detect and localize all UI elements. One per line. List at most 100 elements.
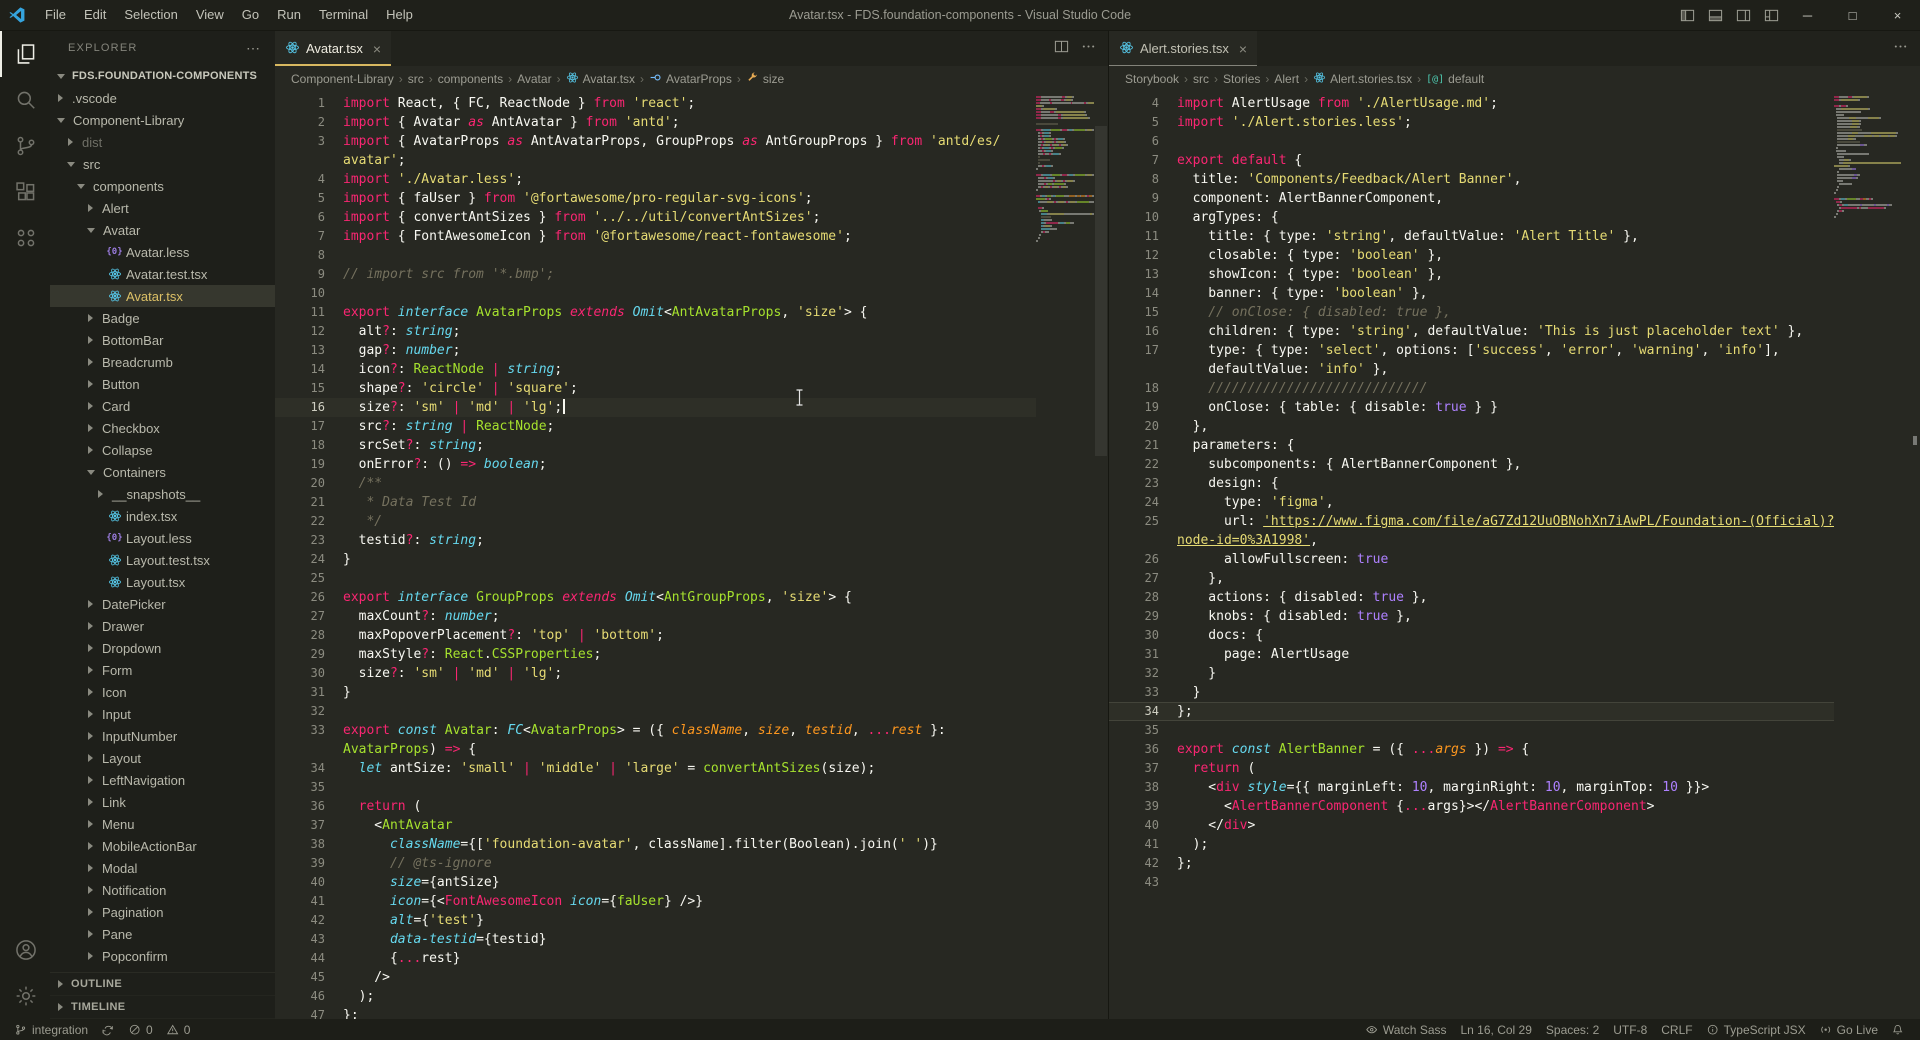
code-line[interactable]: 5import { faUser } from '@fortawesome/pr… — [275, 189, 1036, 208]
code-line[interactable]: 9 component: AlertBannerComponent, — [1109, 189, 1834, 208]
code-line[interactable]: 34 let antSize: 'small' | 'middle' | 'la… — [275, 759, 1036, 778]
maximize-icon[interactable]: □ — [1830, 0, 1875, 30]
breadcrumb-default[interactable]: [@]default — [1426, 72, 1484, 86]
tree-item-layout.test.tsx[interactable]: Layout.test.tsx — [50, 549, 275, 571]
code-line[interactable]: 19 onError?: () => boolean; — [275, 455, 1036, 474]
code-line[interactable]: 30 docs: { — [1109, 626, 1834, 645]
breadcrumb-stories[interactable]: Stories — [1223, 72, 1260, 86]
account-icon[interactable] — [0, 927, 50, 973]
code-line[interactable]: 41 ); — [1109, 835, 1834, 854]
close-icon[interactable]: × — [1239, 41, 1247, 57]
tree-item-alert[interactable]: Alert — [50, 197, 275, 219]
breadcrumb-avatar[interactable]: Avatar — [517, 72, 551, 86]
menu-view[interactable]: View — [187, 7, 233, 22]
code-line[interactable]: 18 srcSet?: string; — [275, 436, 1036, 455]
code-line[interactable]: defaultValue: 'info' }, — [1109, 360, 1834, 379]
breadcrumb-component-library[interactable]: Component-Library — [291, 72, 394, 86]
code-line[interactable]: 14 banner: { type: 'boolean' }, — [1109, 284, 1834, 303]
layout-sidebar-right-icon[interactable] — [1729, 0, 1757, 30]
tree-item-avatar[interactable]: Avatar — [50, 219, 275, 241]
code-line[interactable]: 11export interface AvatarProps extends O… — [275, 303, 1036, 322]
code-line[interactable]: 12 closable: { type: 'boolean' }, — [1109, 246, 1834, 265]
code-line[interactable]: 25 url: 'https://www.figma.com/file/aG7Z… — [1109, 512, 1834, 531]
tree-item-layout[interactable]: Layout — [50, 747, 275, 769]
code-line[interactable]: 36export const AlertBanner = ({ ...args … — [1109, 740, 1834, 759]
code-line[interactable]: 1import React, { FC, ReactNode } from 'r… — [275, 94, 1036, 113]
code-line[interactable]: 8 — [275, 246, 1036, 265]
split-editor-icon[interactable] — [1054, 39, 1069, 58]
breadcrumb-alert.stories.tsx[interactable]: Alert.stories.tsx — [1313, 71, 1412, 87]
code-line[interactable]: 14 icon?: ReactNode | string; — [275, 360, 1036, 379]
menu-go[interactable]: Go — [233, 7, 268, 22]
tree-item-dist[interactable]: dist — [50, 131, 275, 153]
code-line[interactable]: 26export interface GroupProps extends Om… — [275, 588, 1036, 607]
tree-item-notification[interactable]: Notification — [50, 879, 275, 901]
code-line[interactable]: 26 allowFullscreen: true — [1109, 550, 1834, 569]
tree-item-avatar.test.tsx[interactable]: Avatar.test.tsx — [50, 263, 275, 285]
code-line[interactable]: 44 {...rest} — [275, 949, 1036, 968]
tree-item-src[interactable]: src — [50, 153, 275, 175]
close-icon[interactable]: × — [373, 41, 381, 57]
status-sync-icon[interactable] — [95, 1019, 122, 1040]
tree-item-__snapshots__[interactable]: __snapshots__ — [50, 483, 275, 505]
tab-avatar-tsx[interactable]: Avatar.tsx × — [275, 31, 391, 66]
code-line[interactable]: 45 /> — [275, 968, 1036, 987]
code-line[interactable]: 12 alt?: string; — [275, 322, 1036, 341]
code-line[interactable]: 16 children: { type: 'string', defaultVa… — [1109, 322, 1834, 341]
status-typescript-jsx[interactable]: TypeScript JSX — [1700, 1019, 1813, 1040]
panel-timeline[interactable]: TIMELINE — [50, 996, 275, 1019]
code-line[interactable]: 36 return ( — [275, 797, 1036, 816]
code-line[interactable]: 18 //////////////////////////// — [1109, 379, 1834, 398]
tree-item-button[interactable]: Button — [50, 373, 275, 395]
menu-edit[interactable]: Edit — [75, 7, 115, 22]
code-line[interactable]: 38 className={['foundation-avatar', clas… — [275, 835, 1036, 854]
code-line[interactable]: 21 parameters: { — [1109, 436, 1834, 455]
code-line[interactable]: 35 — [1109, 721, 1834, 740]
code-line[interactable]: 15 // onClose: { disabled: true }, — [1109, 303, 1834, 322]
tree-item-layout.tsx[interactable]: Layout.tsx — [50, 571, 275, 593]
code-line[interactable]: 41 icon={<FontAwesomeIcon icon={faUser} … — [275, 892, 1036, 911]
code-line[interactable]: 29 maxStyle?: React.CSSProperties; — [275, 645, 1036, 664]
code-line[interactable]: 42 alt={'test'} — [275, 911, 1036, 930]
code-line[interactable]: 7import { FontAwesomeIcon } from '@forta… — [275, 227, 1036, 246]
workspace-root-folder[interactable]: FDS.FOUNDATION-COMPONENTS — [50, 65, 275, 87]
code-line[interactable]: node-id=0%3A1998', — [1109, 531, 1834, 550]
minimap[interactable] — [1834, 92, 1906, 1019]
status-spaces-2[interactable]: Spaces: 2 — [1539, 1019, 1606, 1040]
tree-item-datepicker[interactable]: DatePicker — [50, 593, 275, 615]
code-line[interactable]: 8 title: 'Components/Feedback/Alert Bann… — [1109, 170, 1834, 189]
code-line[interactable]: avatar'; — [275, 151, 1036, 170]
tree-item-dropdown[interactable]: Dropdown — [50, 637, 275, 659]
code-line[interactable]: 28 maxPopoverPlacement?: 'top' | 'bottom… — [275, 626, 1036, 645]
breadcrumb-avatarprops[interactable]: AvatarProps — [649, 71, 732, 87]
code-line[interactable]: 21 * Data Test Id — [275, 493, 1036, 512]
explorer-more-actions-icon[interactable]: ⋯ — [246, 40, 261, 57]
code-line[interactable]: 17 type: { type: 'select', options: ['su… — [1109, 341, 1834, 360]
scrollbar[interactable] — [1906, 92, 1920, 1019]
tree-item-layout.less[interactable]: {0}Layout.less — [50, 527, 275, 549]
code-line[interactable]: 39 <AlertBannerComponent {...args}></Ale… — [1109, 797, 1834, 816]
code-line[interactable]: 43 data-testid={testid} — [275, 930, 1036, 949]
code-line[interactable]: 13 gap?: number; — [275, 341, 1036, 360]
code-line[interactable]: 39 // @ts-ignore — [275, 854, 1036, 873]
tree-item-popconfirm[interactable]: Popconfirm — [50, 945, 275, 967]
tab-alert-stories-tsx[interactable]: Alert.stories.tsx × — [1109, 31, 1257, 66]
more-actions-icon[interactable] — [1893, 39, 1908, 58]
menu-file[interactable]: File — [36, 7, 75, 22]
source-control-icon[interactable] — [0, 123, 50, 169]
breadcrumb-alert[interactable]: Alert — [1274, 72, 1299, 86]
code-line[interactable]: 34}; — [1109, 702, 1834, 721]
code-line[interactable]: 13 showIcon: { type: 'boolean' }, — [1109, 265, 1834, 284]
status-0[interactable]: 0 — [160, 1019, 198, 1040]
code-editor[interactable]: 4import AlertUsage from './AlertUsage.md… — [1109, 92, 1834, 1019]
code-editor[interactable]: 1import React, { FC, ReactNode } from 'r… — [275, 92, 1036, 1019]
tree-item-card[interactable]: Card — [50, 395, 275, 417]
tree-item-pane[interactable]: Pane — [50, 923, 275, 945]
tree-item-badge[interactable]: Badge — [50, 307, 275, 329]
code-line[interactable]: 24} — [275, 550, 1036, 569]
code-line[interactable]: 16 size?: 'sm' | 'md' | 'lg'; — [275, 398, 1036, 417]
code-line[interactable]: 33 } — [1109, 683, 1834, 702]
code-line[interactable]: 30 size?: 'sm' | 'md' | 'lg'; — [275, 664, 1036, 683]
code-line[interactable]: 9// import src from '*.bmp'; — [275, 265, 1036, 284]
code-line[interactable]: 15 shape?: 'circle' | 'square'; — [275, 379, 1036, 398]
